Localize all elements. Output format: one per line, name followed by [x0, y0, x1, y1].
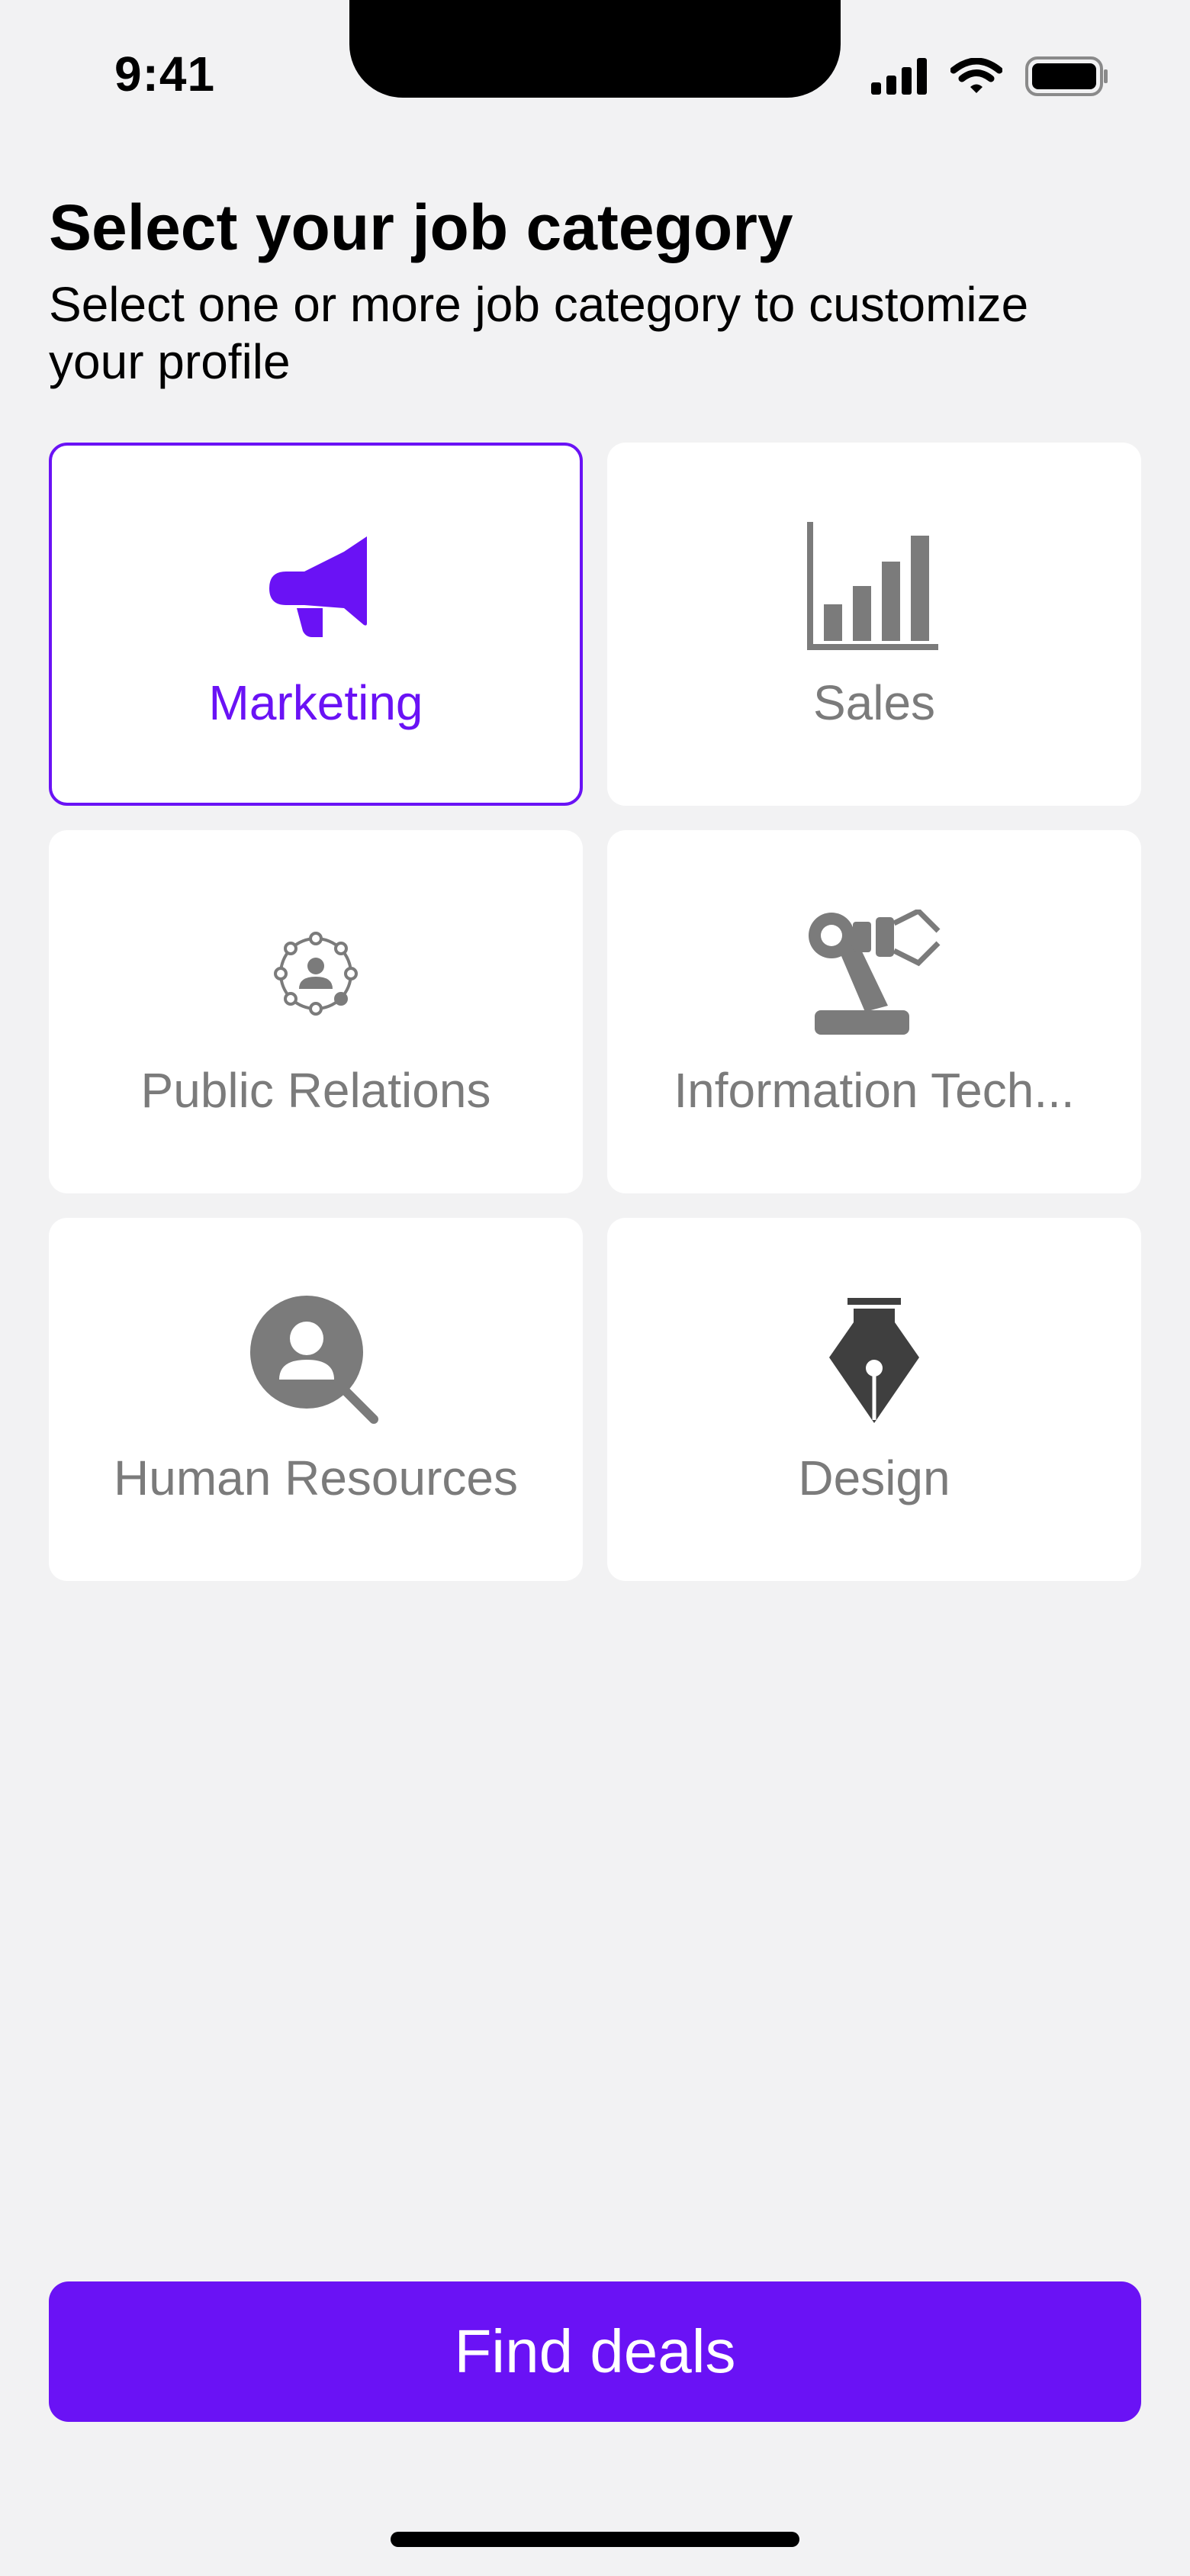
person-search-icon [249, 1294, 383, 1432]
battery-icon [1025, 56, 1109, 100]
home-indicator [391, 2532, 799, 2547]
bar-chart-icon [807, 519, 941, 657]
category-label: Human Resources [114, 1451, 518, 1505]
category-card-public-relations[interactable]: Public Relations [49, 830, 583, 1193]
wifi-icon [950, 57, 1003, 98]
category-card-sales[interactable]: Sales [607, 443, 1141, 806]
network-person-icon [270, 928, 362, 1023]
category-label: Public Relations [140, 1063, 491, 1118]
category-label: Marketing [208, 675, 423, 730]
category-grid: Marketing Sales Public Relations Informa… [49, 443, 1141, 1581]
category-card-marketing[interactable]: Marketing [49, 443, 583, 806]
category-label: Information Tech... [674, 1063, 1075, 1118]
pen-nib-icon [825, 1296, 924, 1430]
category-label: Sales [812, 675, 936, 730]
status-time: 9:41 [114, 47, 216, 101]
robotic-arm-icon [806, 907, 943, 1042]
page-subtitle: Select one or more job category to custo… [49, 277, 1029, 389]
device-notch [349, 0, 841, 98]
cellular-signal-icon [871, 57, 928, 98]
category-card-human-resources[interactable]: Human Resources [49, 1218, 583, 1581]
status-bar: 9:41 [0, 0, 1190, 130]
megaphone-icon [259, 529, 373, 647]
page-title: Select your job category [49, 192, 793, 263]
category-card-design[interactable]: Design [607, 1218, 1141, 1581]
find-deals-button[interactable]: Find deals [49, 2281, 1141, 2422]
category-label: Design [798, 1451, 950, 1505]
status-icons [871, 55, 1109, 101]
category-card-information-tech[interactable]: Information Tech... [607, 830, 1141, 1193]
